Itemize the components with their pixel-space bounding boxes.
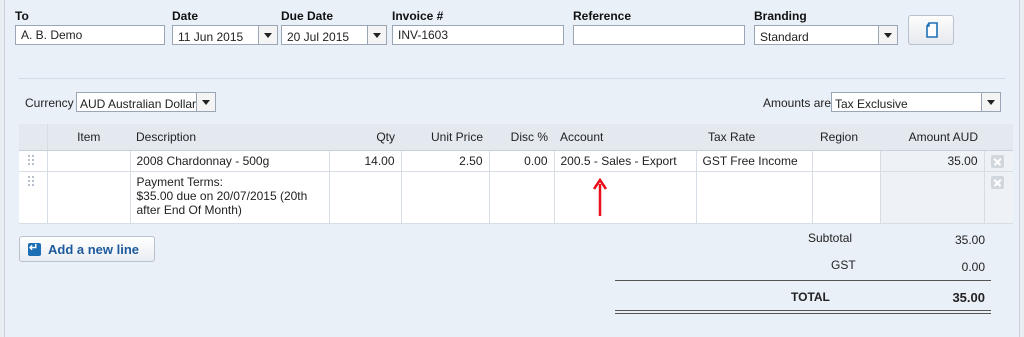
column-header-region: Region <box>812 124 880 151</box>
description-cell[interactable]: 2008 Chardonnay - 500g <box>130 150 330 172</box>
table-row: Payment Terms: $35.00 due on 20/07/2015 … <box>19 171 1013 224</box>
delete-row-button[interactable] <box>984 171 1013 224</box>
date-label: Date <box>172 9 199 23</box>
row-drag-handle[interactable] <box>19 171 48 224</box>
description-cell[interactable]: Payment Terms: $35.00 due on 20/07/2015 … <box>130 171 330 224</box>
column-header-amount: Amount AUD <box>880 124 984 151</box>
tax-rate-cell[interactable]: GST Free Income <box>696 150 813 172</box>
due-date-dropdown-icon[interactable] <box>367 26 386 44</box>
gst-label: GST <box>831 258 856 272</box>
due-date-value: 20 Jul 2015 <box>287 30 350 44</box>
document-icon <box>926 22 938 38</box>
amount-cell[interactable]: 35.00 <box>880 150 985 172</box>
branding-select[interactable]: Standard <box>754 25 898 45</box>
delete-row-button[interactable] <box>984 150 1013 172</box>
amounts-are-label: Amounts are <box>763 96 832 110</box>
column-header-account: Account <box>554 124 696 151</box>
column-header-item: Item <box>47 124 130 151</box>
date-value: 11 Jun 2015 <box>178 30 244 44</box>
qty-cell[interactable] <box>329 171 402 224</box>
amount-cell[interactable] <box>880 171 985 224</box>
gst-value: 0.00 <box>961 260 985 274</box>
handle-header <box>19 124 48 151</box>
date-picker[interactable]: 11 Jun 2015 <box>172 25 278 45</box>
drag-grip-icon <box>28 154 36 165</box>
column-header-unit-price: Unit Price <box>401 124 489 151</box>
drag-grip-icon <box>28 175 36 186</box>
reference-label: Reference <box>573 9 632 23</box>
currency-select[interactable]: AUD Australian Dollar <box>76 92 216 112</box>
branding-value: Standard <box>760 30 809 44</box>
region-cell[interactable] <box>812 171 881 224</box>
column-header-disc: Disc % <box>489 124 554 151</box>
add-new-line-label: Add a new line <box>48 242 140 257</box>
region-cell[interactable] <box>812 150 881 172</box>
column-header-description: Description <box>130 124 329 151</box>
header-divider <box>19 78 1005 79</box>
tax-rate-cell[interactable] <box>696 171 813 224</box>
total-double-rule <box>615 310 991 311</box>
line-items-table: Item Description Qty Unit Price Disc % A… <box>19 124 1013 224</box>
total-double-rule <box>615 313 991 314</box>
due-date-label: Due Date <box>281 9 334 23</box>
invoice-number-field[interactable]: INV-1603 <box>392 25 564 45</box>
reference-field[interactable] <box>573 25 745 45</box>
table-header-row: Item Description Qty Unit Price Disc % A… <box>19 124 1013 151</box>
amounts-are-value: Tax Exclusive <box>835 97 908 111</box>
add-new-line-button[interactable]: Add a new line <box>19 236 155 262</box>
delete-icon <box>990 175 1004 189</box>
disc-cell[interactable] <box>489 171 555 224</box>
currency-dropdown-icon[interactable] <box>196 93 215 111</box>
amounts-are-select[interactable]: Tax Exclusive <box>831 92 1001 112</box>
to-label: To <box>15 9 29 23</box>
annotation-arrow-icon <box>592 178 608 216</box>
unit-price-cell[interactable]: 2.50 <box>401 150 490 172</box>
copy-document-button[interactable] <box>908 15 954 45</box>
branding-dropdown-icon[interactable] <box>878 26 897 44</box>
item-cell[interactable] <box>47 150 131 172</box>
totals-divider <box>615 280 991 281</box>
qty-cell[interactable]: 14.00 <box>329 150 402 172</box>
add-line-icon <box>28 241 41 256</box>
invoice-editor: To A. B. Demo Date 11 Jun 2015 Due Date … <box>4 0 1020 337</box>
currency-label: Currency <box>25 96 74 110</box>
disc-cell[interactable]: 0.00 <box>489 150 555 172</box>
total-value: 35.00 <box>952 290 985 305</box>
currency-value: AUD Australian Dollar <box>80 97 197 111</box>
branding-label: Branding <box>754 9 807 23</box>
description-line: $35.00 due on 20/07/2015 (20th <box>136 188 308 203</box>
account-cell[interactable] <box>554 171 697 224</box>
to-field[interactable]: A. B. Demo <box>15 25 165 45</box>
unit-price-cell[interactable] <box>401 171 490 224</box>
table-row: 2008 Chardonnay - 500g 14.00 2.50 0.00 2… <box>19 150 1013 172</box>
invoice-number-label: Invoice # <box>392 9 444 23</box>
row-drag-handle[interactable] <box>19 150 48 172</box>
date-dropdown-icon[interactable] <box>258 26 277 44</box>
column-header-qty: Qty <box>329 124 401 151</box>
account-cell[interactable]: 200.5 - Sales - Export <box>554 150 697 172</box>
delete-icon <box>990 154 1004 168</box>
total-label: TOTAL <box>791 290 830 304</box>
due-date-picker[interactable]: 20 Jul 2015 <box>281 25 387 45</box>
subtotal-value: 35.00 <box>954 233 985 247</box>
description-line: Payment Terms: <box>136 174 223 189</box>
description-line: after End Of Month) <box>136 202 242 217</box>
delete-header <box>984 124 1013 151</box>
column-header-tax-rate: Tax Rate <box>696 124 812 151</box>
subtotal-label: Subtotal <box>808 231 853 245</box>
item-cell[interactable] <box>47 171 131 224</box>
amounts-dropdown-icon[interactable] <box>981 93 1000 111</box>
